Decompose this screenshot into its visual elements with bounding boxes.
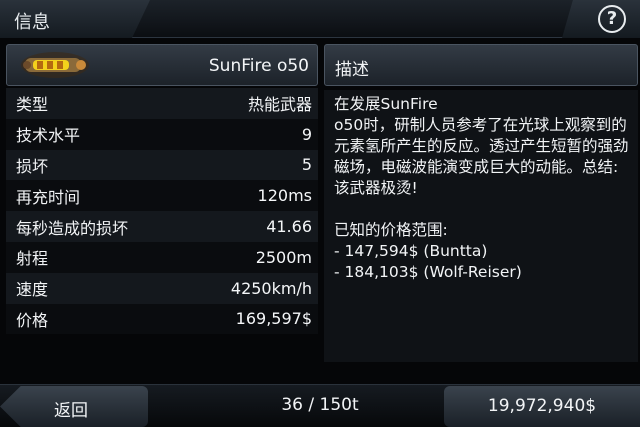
stat-value: 9	[301, 124, 312, 144]
stat-row-price: 价格 169,597$	[6, 303, 318, 335]
price-entry: - 184,103$ (Wolf-Reiser)	[334, 263, 522, 281]
stat-value: 169,597$	[235, 309, 312, 329]
help-icon[interactable]: ?	[598, 5, 626, 33]
stat-value: 4250km/h	[230, 278, 312, 298]
stat-row-tech-level: 技术水平 9	[6, 118, 318, 150]
stat-row-type: 类型 热能武器	[6, 88, 318, 119]
stat-label: 速度	[16, 280, 49, 300]
price-range-heading: 已知的价格范围:	[334, 221, 448, 239]
description-header: 描述	[324, 44, 638, 86]
weapon-icon	[21, 52, 89, 78]
page-title: 信息	[14, 12, 50, 33]
description-body: 在发展SunFire o50时，研制人员参考了在光球上观察到的元素氢所产生的反应…	[324, 90, 638, 362]
stat-value: 41.66	[266, 217, 312, 237]
stat-value: 5	[301, 155, 312, 175]
stat-label: 每秒造成的损坏	[16, 218, 129, 238]
stat-row-recharge: 再充时间 120ms	[6, 180, 318, 212]
description-text: 在发展SunFire o50时，研制人员参考了在光球上观察到的元素氢所产生的反应…	[334, 95, 629, 197]
stats-table: 类型 热能武器 技术水平 9 损坏 5 再充时间 120ms 每秒造成的损坏 4…	[6, 88, 318, 335]
stat-label: 技术水平	[16, 126, 81, 146]
item-header: SunFire o50	[6, 44, 318, 86]
stat-row-speed: 速度 4250km/h	[6, 272, 318, 304]
description-title: 描述	[335, 60, 369, 80]
stat-row-range: 射程 2500m	[6, 241, 318, 273]
stat-label: 射程	[16, 249, 49, 269]
money-label[interactable]: 19,972,940$	[444, 396, 640, 416]
stat-value: 120ms	[257, 186, 312, 206]
stat-label: 价格	[16, 310, 49, 330]
money-button[interactable]: 19,972,940$	[444, 386, 640, 427]
stat-label: 再充时间	[16, 187, 81, 207]
stat-value: 热能武器	[247, 95, 312, 115]
stat-label: 类型	[16, 95, 49, 115]
price-entry: - 147,594$ (Buntta)	[334, 242, 488, 260]
stat-row-dps: 每秒造成的损坏 41.66	[6, 211, 318, 242]
stat-value: 2500m	[255, 247, 312, 267]
stat-label: 损坏	[16, 156, 49, 176]
item-name: SunFire o50	[208, 56, 309, 76]
stat-row-damage: 损坏 5	[6, 149, 318, 181]
